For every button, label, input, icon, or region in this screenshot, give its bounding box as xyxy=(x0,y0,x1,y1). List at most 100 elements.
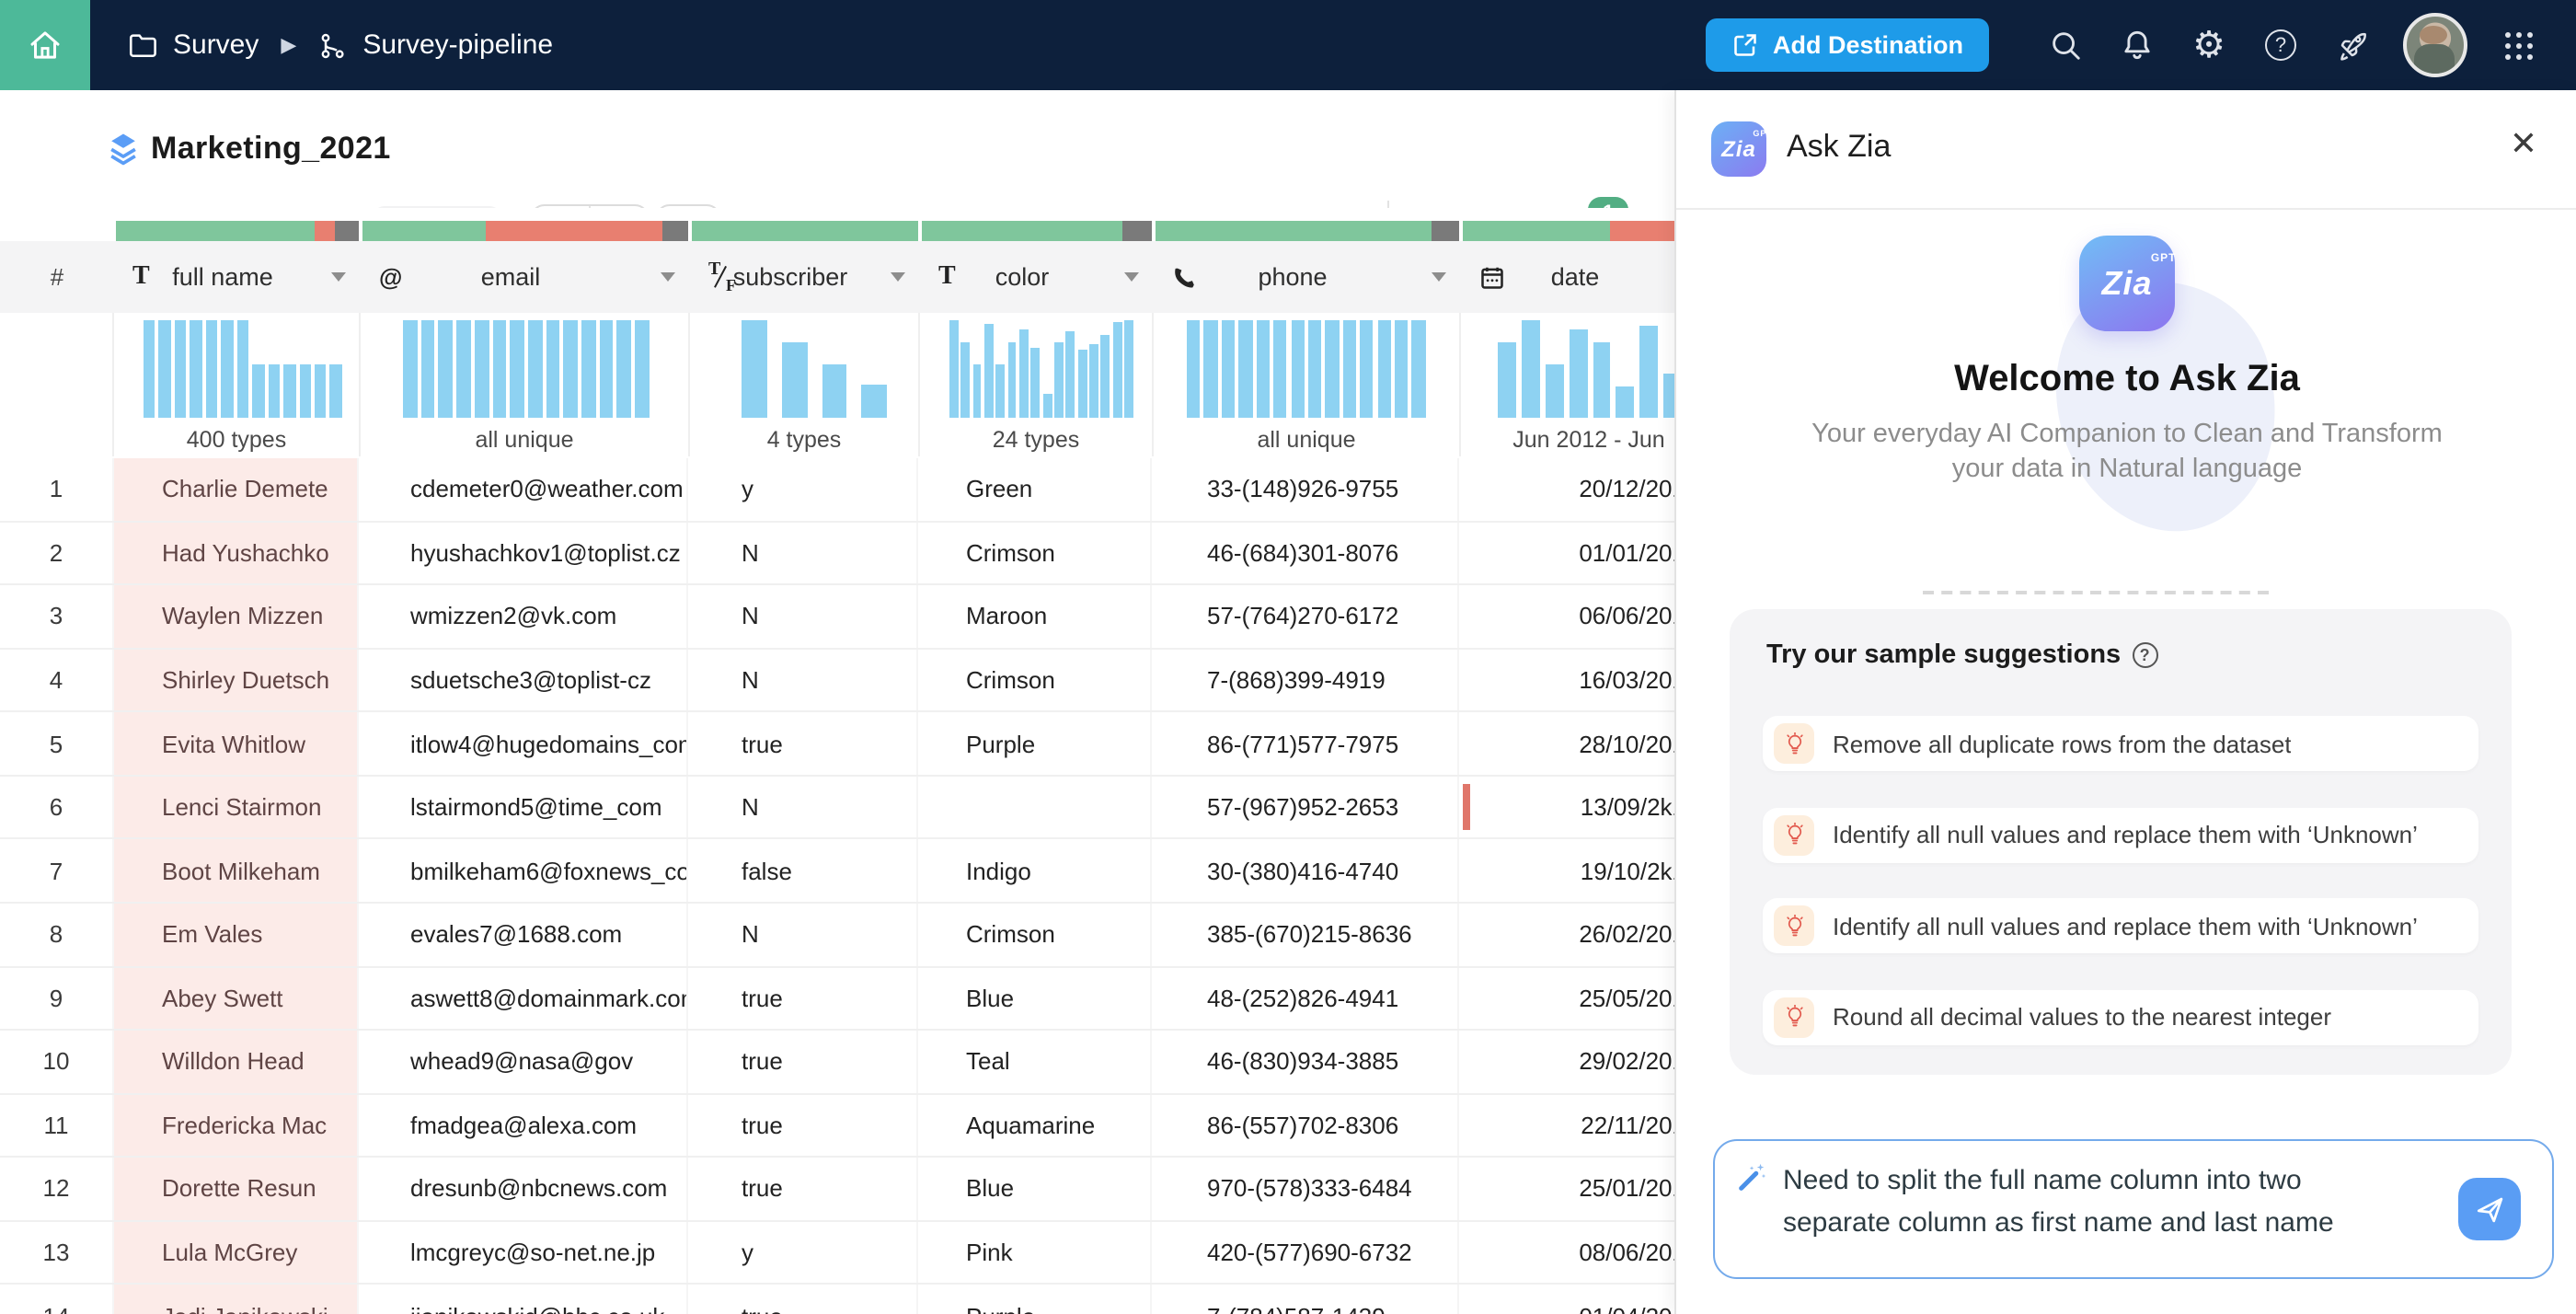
quality-segment-gray[interactable] xyxy=(1122,221,1153,241)
column-header-num[interactable]: # xyxy=(0,241,114,313)
cell-color[interactable]: Purple xyxy=(920,713,1152,775)
cell-fullname[interactable]: Evita Whitlow xyxy=(114,713,359,775)
cell-fullname[interactable]: Charlie Demete xyxy=(114,458,359,520)
cell-email[interactable]: evales7@1688.com xyxy=(361,904,688,965)
cell-date[interactable]: 08/06/201 xyxy=(1461,1222,1674,1284)
cell-subscriber[interactable]: true xyxy=(690,1094,918,1156)
close-icon[interactable]: ✕ xyxy=(2510,127,2537,160)
cell-email[interactable]: jjanikowskid@bbc.co.uk xyxy=(361,1285,688,1314)
column-header-color[interactable]: Tcolor xyxy=(920,241,1154,313)
column-header-date[interactable]: date xyxy=(1461,241,1674,313)
cell-color[interactable]: Blue xyxy=(920,967,1152,1029)
table-row[interactable]: 14Jodi Janikowskijjanikowskid@bbc.co.ukt… xyxy=(0,1285,1674,1314)
cell-email[interactable]: aswett8@domainmark.com xyxy=(361,967,688,1029)
cell-subscriber[interactable]: true xyxy=(690,713,918,775)
quality-segment-gray[interactable] xyxy=(335,221,359,241)
cell-color[interactable]: Purple xyxy=(920,1285,1152,1314)
cell-date[interactable]: 26/02/201 xyxy=(1461,904,1674,965)
cell-email[interactable]: fmadgea@alexa.com xyxy=(361,1094,688,1156)
cell-date[interactable]: 13/09/2k1 xyxy=(1461,777,1674,838)
quality-segment-green[interactable] xyxy=(116,221,315,241)
zia-chat-input[interactable]: Need to split the full name column into … xyxy=(1713,1139,2554,1279)
cell-email[interactable]: cdemeter0@weather.com xyxy=(361,458,688,520)
cell-date[interactable]: 29/02/201 xyxy=(1461,1031,1674,1092)
cell-email[interactable]: lstairmond5@time_com xyxy=(361,777,688,838)
cell-num[interactable]: 13 xyxy=(0,1222,114,1284)
cell-email[interactable]: whead9@nasa@gov xyxy=(361,1031,688,1092)
quality-segment-green[interactable] xyxy=(1463,221,1610,241)
column-menu-caret[interactable] xyxy=(1124,272,1139,282)
quality-segment-gray[interactable] xyxy=(1432,221,1459,241)
cell-fullname[interactable]: Fredericka Mac xyxy=(114,1094,359,1156)
histogram-email[interactable] xyxy=(403,320,650,418)
column-menu-caret[interactable] xyxy=(331,272,346,282)
cell-num[interactable]: 8 xyxy=(0,904,114,965)
home-button[interactable] xyxy=(0,0,90,90)
column-menu-caret[interactable] xyxy=(661,272,675,282)
cell-color[interactable]: Aquamarine xyxy=(920,1094,1152,1156)
cell-phone[interactable]: 86-(557)702-8306 xyxy=(1154,1094,1459,1156)
table-row[interactable]: 8Em Valesevales7@1688.comNCrimson385-(67… xyxy=(0,904,1674,967)
cell-date[interactable]: 01/04/201 xyxy=(1461,1285,1674,1314)
cell-subscriber[interactable]: N xyxy=(690,585,918,647)
cell-num[interactable]: 11 xyxy=(0,1094,114,1156)
cell-date[interactable]: 16/03/201 xyxy=(1461,649,1674,710)
histogram-fullname[interactable] xyxy=(144,320,342,418)
cell-num[interactable]: 9 xyxy=(0,967,114,1029)
cell-phone[interactable]: 86-(771)577-7975 xyxy=(1154,713,1459,775)
cell-fullname[interactable]: Boot Milkeham xyxy=(114,840,359,902)
cell-color[interactable]: Indigo xyxy=(920,840,1152,902)
quality-segment-green[interactable] xyxy=(922,221,1122,241)
cell-fullname[interactable]: Lula McGrey xyxy=(114,1222,359,1284)
suggestion-item[interactable]: Round all decimal values to the nearest … xyxy=(1763,989,2478,1044)
cell-phone[interactable]: 33-(148)926-9755 xyxy=(1154,458,1459,520)
cell-phone[interactable]: 30-(380)416-4740 xyxy=(1154,840,1459,902)
cell-num[interactable]: 1 xyxy=(0,458,114,520)
cell-phone[interactable]: 970-(578)333-6484 xyxy=(1154,1158,1459,1219)
cell-fullname[interactable]: Shirley Duetsch xyxy=(114,649,359,710)
table-row[interactable]: 6Lenci Stairmonlstairmond5@time_comN57-(… xyxy=(0,777,1674,840)
column-menu-caret[interactable] xyxy=(1432,272,1446,282)
quality-segment-red[interactable] xyxy=(1610,221,1674,241)
quality-segment-green[interactable] xyxy=(692,221,918,241)
table-row[interactable]: 7Boot Milkehambmilkeham6@foxnews_cofalse… xyxy=(0,840,1674,904)
cell-color[interactable]: Pink xyxy=(920,1222,1152,1284)
column-menu-caret[interactable] xyxy=(891,272,905,282)
cell-num[interactable]: 7 xyxy=(0,840,114,902)
cell-date[interactable]: 28/10/201 xyxy=(1461,713,1674,775)
suggestion-item[interactable]: Identify all null values and replace the… xyxy=(1763,898,2478,953)
table-row[interactable]: 12Dorette Resundresunb@nbcnews.comtrueBl… xyxy=(0,1158,1674,1221)
cell-fullname[interactable]: Willdon Head xyxy=(114,1031,359,1092)
cell-fullname[interactable]: Lenci Stairmon xyxy=(114,777,359,838)
cell-date[interactable]: 01/01/201 xyxy=(1461,522,1674,583)
chat-input-text[interactable]: Need to split the full name column into … xyxy=(1783,1159,2412,1244)
cell-subscriber[interactable]: N xyxy=(690,904,918,965)
cell-subscriber[interactable]: N xyxy=(690,649,918,710)
cell-fullname[interactable]: Jodi Janikowski xyxy=(114,1285,359,1314)
cell-color[interactable]: Maroon xyxy=(920,585,1152,647)
cell-phone[interactable]: 7-(784)587-1439 xyxy=(1154,1285,1459,1314)
cell-num[interactable]: 14 xyxy=(0,1285,114,1314)
cell-email[interactable]: wmizzen2@vk.com xyxy=(361,585,688,647)
table-row[interactable]: 4Shirley Duetschsduetsche3@toplist-czNCr… xyxy=(0,649,1674,712)
cell-num[interactable]: 4 xyxy=(0,649,114,710)
cell-date[interactable]: 20/12/201 xyxy=(1461,458,1674,520)
breadcrumb-pipeline[interactable]: Survey-pipeline xyxy=(362,29,553,61)
cell-phone[interactable]: 420-(577)690-6732 xyxy=(1154,1222,1459,1284)
table-row[interactable]: 13Lula McGreylmcgreyc@so-net.ne.jpyPink4… xyxy=(0,1222,1674,1285)
column-header-fullname[interactable]: Tfull name xyxy=(114,241,361,313)
send-button[interactable] xyxy=(2458,1178,2521,1240)
notifications-button[interactable] xyxy=(2101,9,2173,81)
breadcrumb-project[interactable]: Survey xyxy=(173,29,259,61)
user-avatar[interactable] xyxy=(2403,13,2467,77)
cell-subscriber[interactable]: true xyxy=(690,1158,918,1219)
histogram-phone[interactable] xyxy=(1187,320,1426,418)
cell-subscriber[interactable]: true xyxy=(690,1285,918,1314)
cell-phone[interactable]: 48-(252)826-4941 xyxy=(1154,967,1459,1029)
histogram-color[interactable] xyxy=(949,320,1133,418)
cell-phone[interactable]: 385-(670)215-8636 xyxy=(1154,904,1459,965)
cell-email[interactable]: hyushachkov1@toplist.cz xyxy=(361,522,688,583)
cell-subscriber[interactable]: N xyxy=(690,522,918,583)
cell-fullname[interactable]: Em Vales xyxy=(114,904,359,965)
table-row[interactable]: 11Fredericka Macfmadgea@alexa.comtrueAqu… xyxy=(0,1094,1674,1158)
